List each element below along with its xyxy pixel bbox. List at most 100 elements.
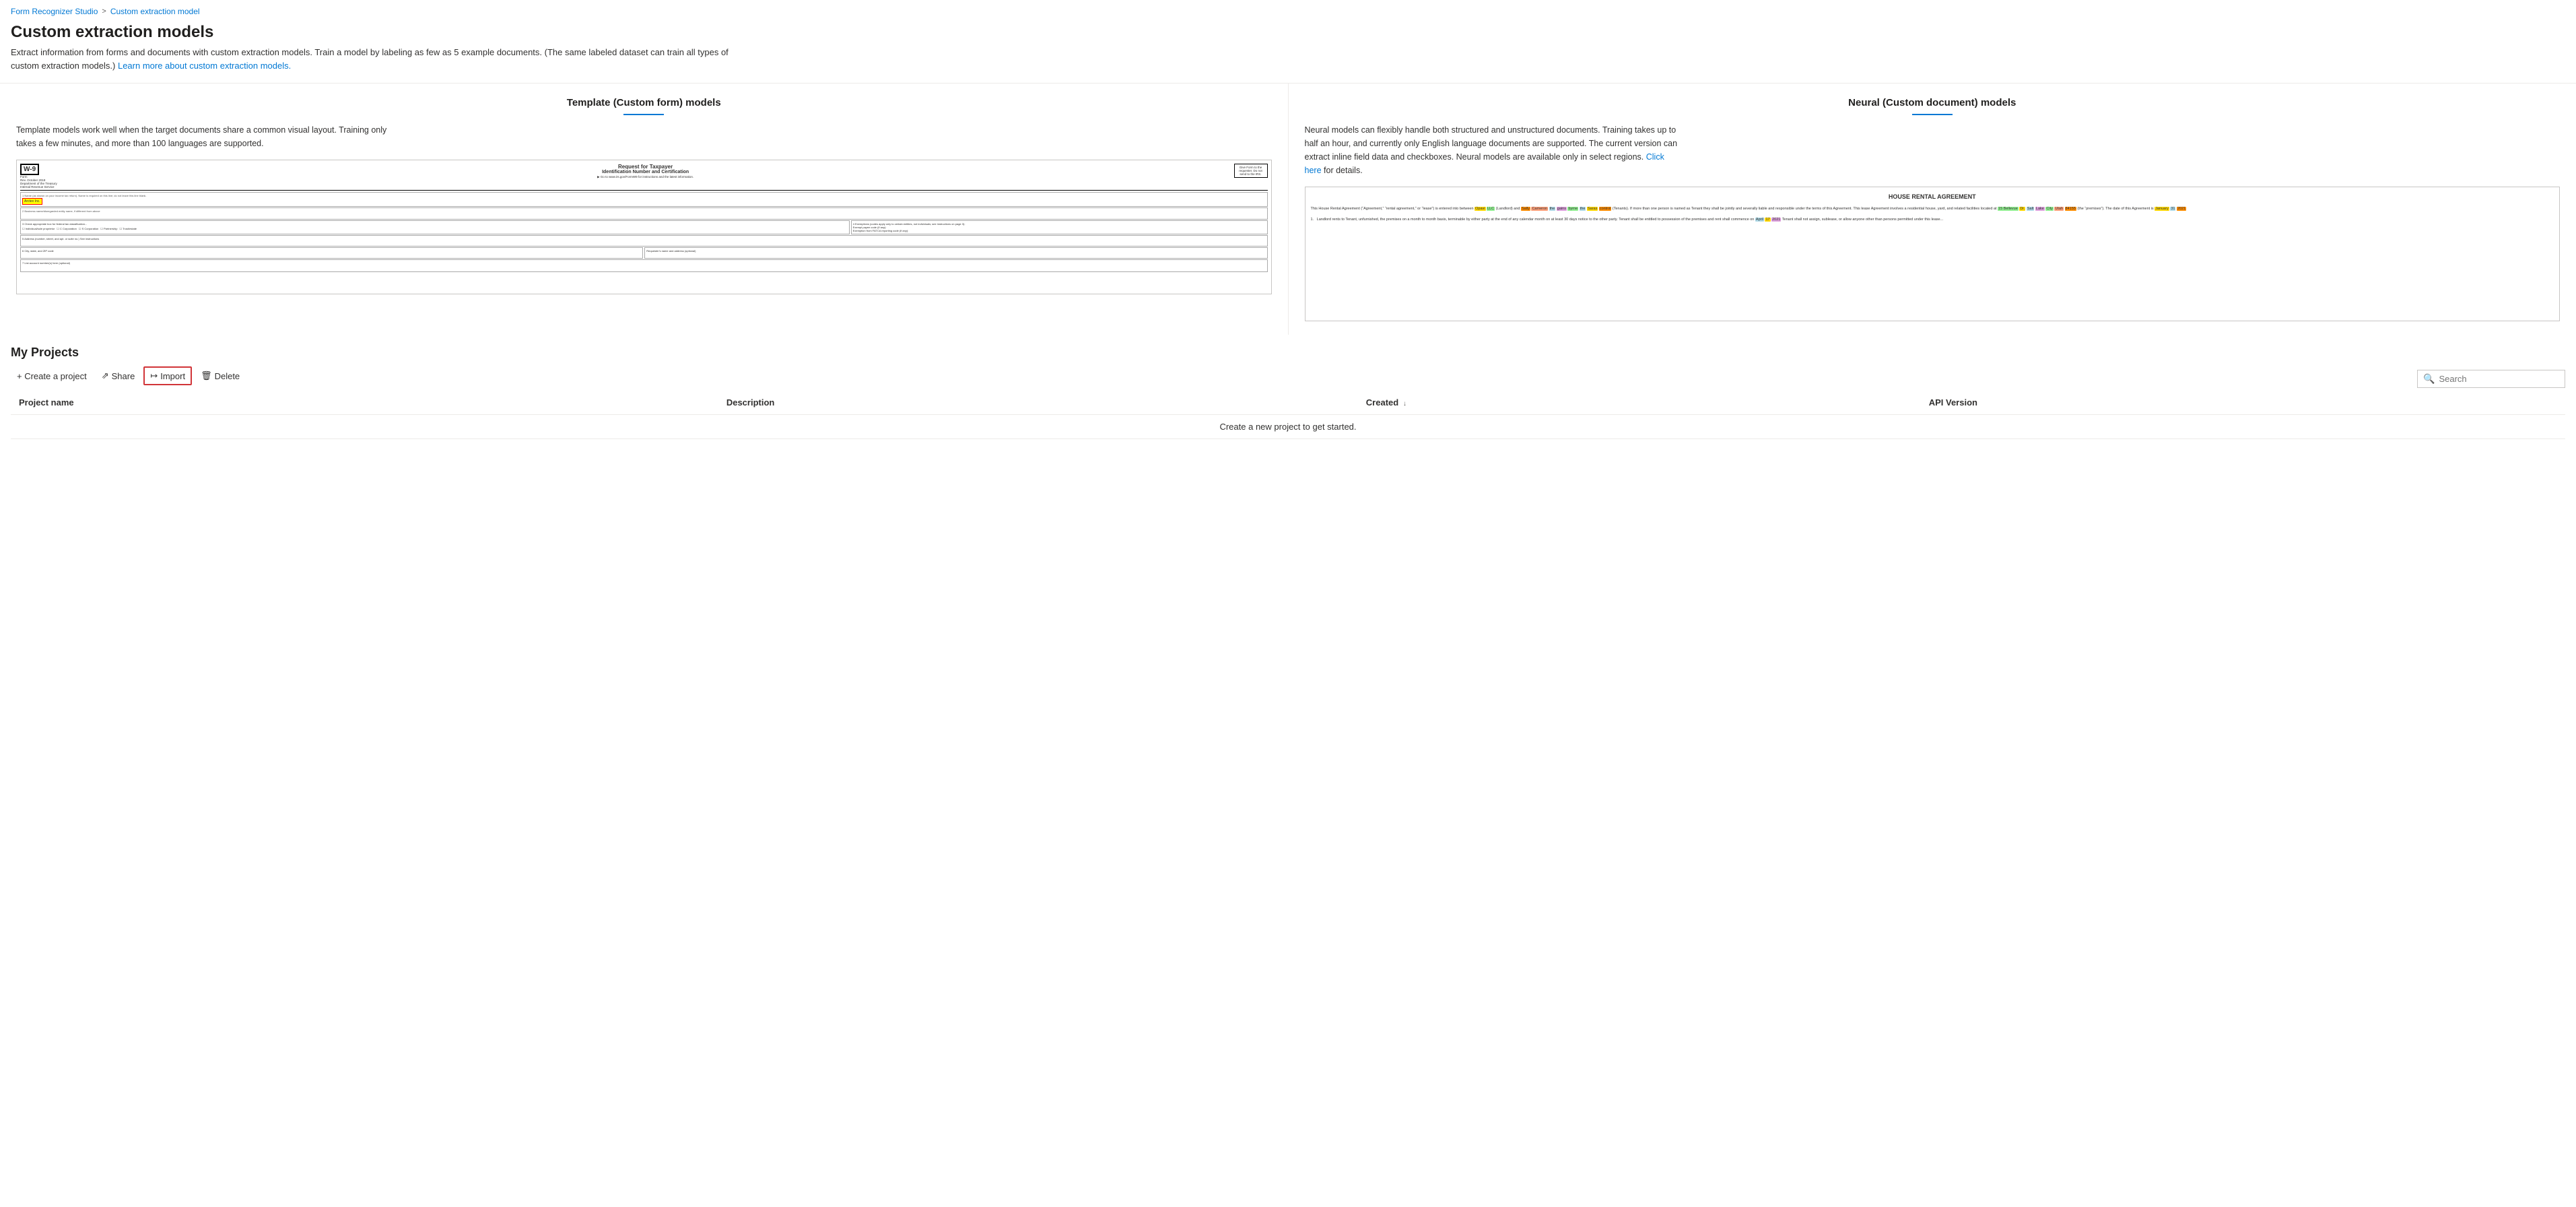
rental-form-preview: HOUSE RENTAL AGREEMENT This House Rental… [1306, 187, 2560, 321]
w9-name-row: 1 Name (as shown on your income tax retu… [20, 192, 1268, 207]
w9-form-id: W-9 [20, 164, 39, 175]
w9-subtitle: Identification Number and Certification [59, 170, 1232, 174]
w9-cb-individual: ☐ Individual/sole proprietor [22, 227, 55, 230]
rental-highlight-addr4: Lake [2035, 207, 2045, 211]
w9-give-form: Give Form to therequester. Do notsend to… [1234, 164, 1268, 178]
rental-highlight-1: Opavi [1475, 207, 1485, 211]
search-icon: 🔍 [2423, 373, 2435, 385]
delete-button[interactable]: 🗑 Delete [195, 367, 246, 385]
w9-city-field: 6 City, state, and ZIP code [20, 247, 643, 259]
search-input[interactable] [2439, 374, 2559, 384]
rental-highlight-april: April [1755, 218, 1764, 222]
w9-form-rev: FormRev. October 2018Department of the T… [20, 175, 57, 189]
breadcrumb-home[interactable]: Form Recognizer Studio [11, 7, 98, 16]
w9-city-row: 6 City, state, and ZIP code Requester's … [20, 247, 1268, 259]
w9-cb-partnership: ☐ Partnership [100, 227, 117, 230]
sort-arrow-created: ↓ [1403, 400, 1406, 407]
empty-state-row: Create a new project to get started. [11, 415, 2565, 439]
delete-icon: 🗑 [201, 370, 212, 381]
share-icon: ⇗ [102, 370, 109, 381]
neural-model-card: Neural (Custom document) models Neural m… [1289, 84, 2576, 335]
rental-highlight-9: Saras [1587, 207, 1598, 211]
page-title: Custom extraction models [0, 19, 2576, 46]
w9-form-preview: W-9 FormRev. October 2018Department of t… [17, 160, 1271, 294]
rental-highlight-addr1: 15 Bellevue [1998, 207, 2019, 211]
rental-preview-container: HOUSE RENTAL AGREEMENT This House Rental… [1305, 187, 2561, 321]
w9-header-row: W-9 FormRev. October 2018Department of t… [20, 164, 1268, 191]
w9-address-row: 5 Address (number, street, and apt. or s… [20, 235, 1268, 247]
import-icon: ↦ [150, 370, 158, 381]
import-button[interactable]: ↦ Import [143, 366, 192, 385]
template-card-desc: Template models work well when the targe… [16, 123, 393, 150]
breadcrumb-separator: > [102, 7, 106, 15]
col-project-name: Project name [11, 391, 718, 415]
model-cards-container: Template (Custom form) models Template m… [0, 83, 2576, 335]
empty-state-message: Create a new project to get started. [11, 415, 2565, 439]
w9-cb-c: ☐ C Corporation [57, 227, 77, 230]
rental-highlight-year: 2021 [2177, 207, 2186, 211]
w9-preview-container: W-9 FormRev. October 2018Department of t… [16, 160, 1272, 294]
neural-card-divider [1912, 114, 1953, 115]
rental-highlight-addr3: Salt [2027, 207, 2034, 211]
col-description: Description [718, 391, 1358, 415]
rental-highlight-april-day: 17 [1765, 218, 1770, 222]
template-card-title: Template (Custom form) models [16, 97, 1272, 108]
w9-cb-trust: ☐ Trust/estate [119, 227, 137, 230]
learn-more-link[interactable]: Learn more about custom extraction model… [118, 61, 291, 71]
toolbar-left: + Create a project ⇗ Share ↦ Import 🗑 De… [11, 366, 246, 391]
w9-requester-field: Requester's name and address (optional) [644, 247, 1267, 259]
w9-address-field [22, 240, 1266, 244]
projects-toolbar: + Create a project ⇗ Share ↦ Import 🗑 De… [11, 366, 2565, 391]
search-container: 🔍 [2417, 370, 2565, 388]
create-project-button[interactable]: + Create a project [11, 368, 93, 385]
rental-highlight-month: January [2155, 207, 2169, 211]
w9-form-box: W-9 FormRev. October 2018Department of t… [20, 164, 57, 189]
w9-tax-field: 3 Check appropriate box for federal tax … [20, 220, 850, 234]
template-card-divider [623, 114, 664, 115]
col-api-version: API Version [1921, 391, 2565, 415]
rental-highlight-8: the [1580, 207, 1586, 211]
breadcrumb: Form Recognizer Studio > Custom extracti… [0, 0, 2576, 19]
search-wrapper: 🔍 [2417, 370, 2565, 388]
w9-exemptions-field: 4 Exemptions (codes apply only to certai… [851, 220, 1268, 234]
page-subtitle: Extract information from forms and docum… [0, 46, 741, 83]
table-body: Create a new project to get started. [11, 415, 2565, 439]
rental-highlight-6: gains [1557, 207, 1567, 211]
rental-title: HOUSE RENTAL AGREEMENT [1311, 193, 2554, 202]
col-created[interactable]: Created ↓ [1358, 391, 1921, 415]
w9-name-highlighted: Arctex Inc. [22, 198, 42, 205]
w9-cb-s: ☐ S Corporation [79, 227, 98, 230]
w9-biz-field [22, 213, 1266, 218]
w9-checkboxes: ☐ Individual/sole proprietor ☐ C Corpora… [22, 227, 848, 230]
rental-body: This House Rental Agreement (“Agreement,… [1311, 206, 2554, 223]
rental-highlight-april-year: 2021 [1771, 218, 1781, 222]
neural-card-desc: Neural models can flexibly handle both s… [1305, 123, 1682, 177]
w9-tax-row: 3 Check appropriate box for federal tax … [20, 220, 1268, 234]
rental-highlight-day: 31 [2170, 207, 2175, 211]
w9-biz-row: 2 Business name/disregarded entity name,… [20, 207, 1268, 220]
rental-highlight-4: Cameron [1531, 207, 1548, 211]
rental-highlight-addr6: Utah [2054, 207, 2064, 211]
w9-form-title-area: Request for Taxpayer Identification Numb… [59, 164, 1232, 179]
rental-highlight-2: LLC [1487, 207, 1495, 211]
w9-account-row: 7 List account number(s) here (optional) [20, 259, 1268, 272]
neural-card-title: Neural (Custom document) models [1305, 97, 2561, 108]
projects-title: My Projects [11, 346, 2565, 360]
w9-name-label: 1 Name (as shown on your income tax retu… [22, 194, 1266, 197]
projects-table: Project name Description Created ↓ API V… [11, 391, 2565, 439]
w9-instruction: ▶ Go to www.irs.gov/FormW9 for instructi… [59, 175, 1232, 179]
rental-highlight-10: control [1599, 207, 1612, 211]
share-button[interactable]: ⇗ Share [96, 367, 141, 385]
rental-highlight-addr7: 84155 [2065, 207, 2076, 211]
projects-section: My Projects + Create a project ⇗ Share ↦… [0, 335, 2576, 439]
rental-highlight-7: byrne [1567, 207, 1578, 211]
rental-highlight-addr2: Dr. [2019, 207, 2025, 211]
rental-highlight-5: the [1549, 207, 1556, 211]
w9-title: Request for Taxpayer [59, 164, 1232, 170]
table-header-row: Project name Description Created ↓ API V… [11, 391, 2565, 415]
template-model-card: Template (Custom form) models Template m… [0, 84, 1289, 335]
table-header: Project name Description Created ↓ API V… [11, 391, 2565, 415]
rental-highlight-addr5: City [2045, 207, 2053, 211]
rental-highlight-3: Sally [1521, 207, 1530, 211]
breadcrumb-current: Custom extraction model [110, 7, 200, 16]
